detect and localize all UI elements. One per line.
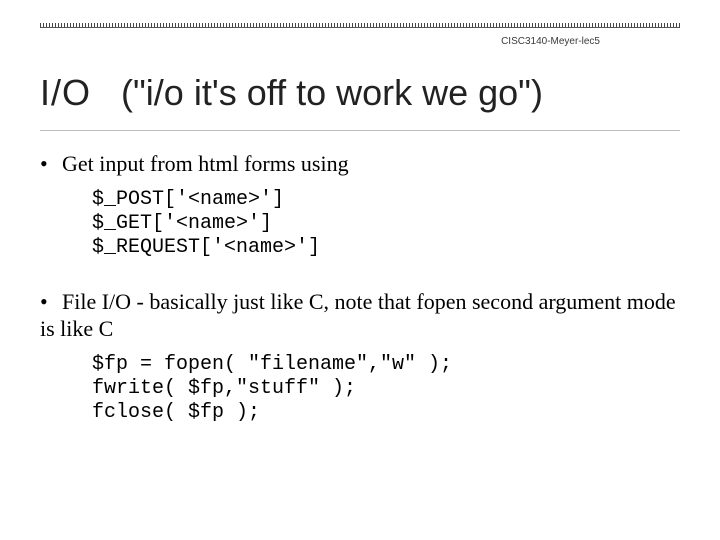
slide: CISC3140-Meyer-lec5 I/O ("i/o it's off t… [0, 0, 720, 540]
code-block-1: $_POST['<name>'] $_GET['<name>'] $_REQUE… [92, 188, 680, 260]
bullet-2-text: File I/O - basically just like C, note t… [40, 289, 676, 342]
title-tagline: ("i/o it's off to work we go") [121, 72, 543, 113]
bullet-2: •File I/O - basically just like C, note … [40, 288, 680, 343]
title-io: I/O [40, 72, 91, 113]
body: •Get input from html forms using $_POST[… [40, 150, 680, 453]
bullet-dot: • [40, 150, 62, 178]
top-rule [40, 23, 680, 28]
slide-title: I/O ("i/o it's off to work we go") [40, 72, 680, 114]
bullet-1: •Get input from html forms using [40, 150, 680, 178]
bullet-1-text: Get input from html forms using [62, 151, 349, 176]
bullet-dot: • [40, 288, 62, 316]
header-meta: CISC3140-Meyer-lec5 [501, 36, 600, 47]
title-rule [40, 130, 680, 131]
code-block-2: $fp = fopen( "filename","w" ); fwrite( $… [92, 353, 680, 425]
